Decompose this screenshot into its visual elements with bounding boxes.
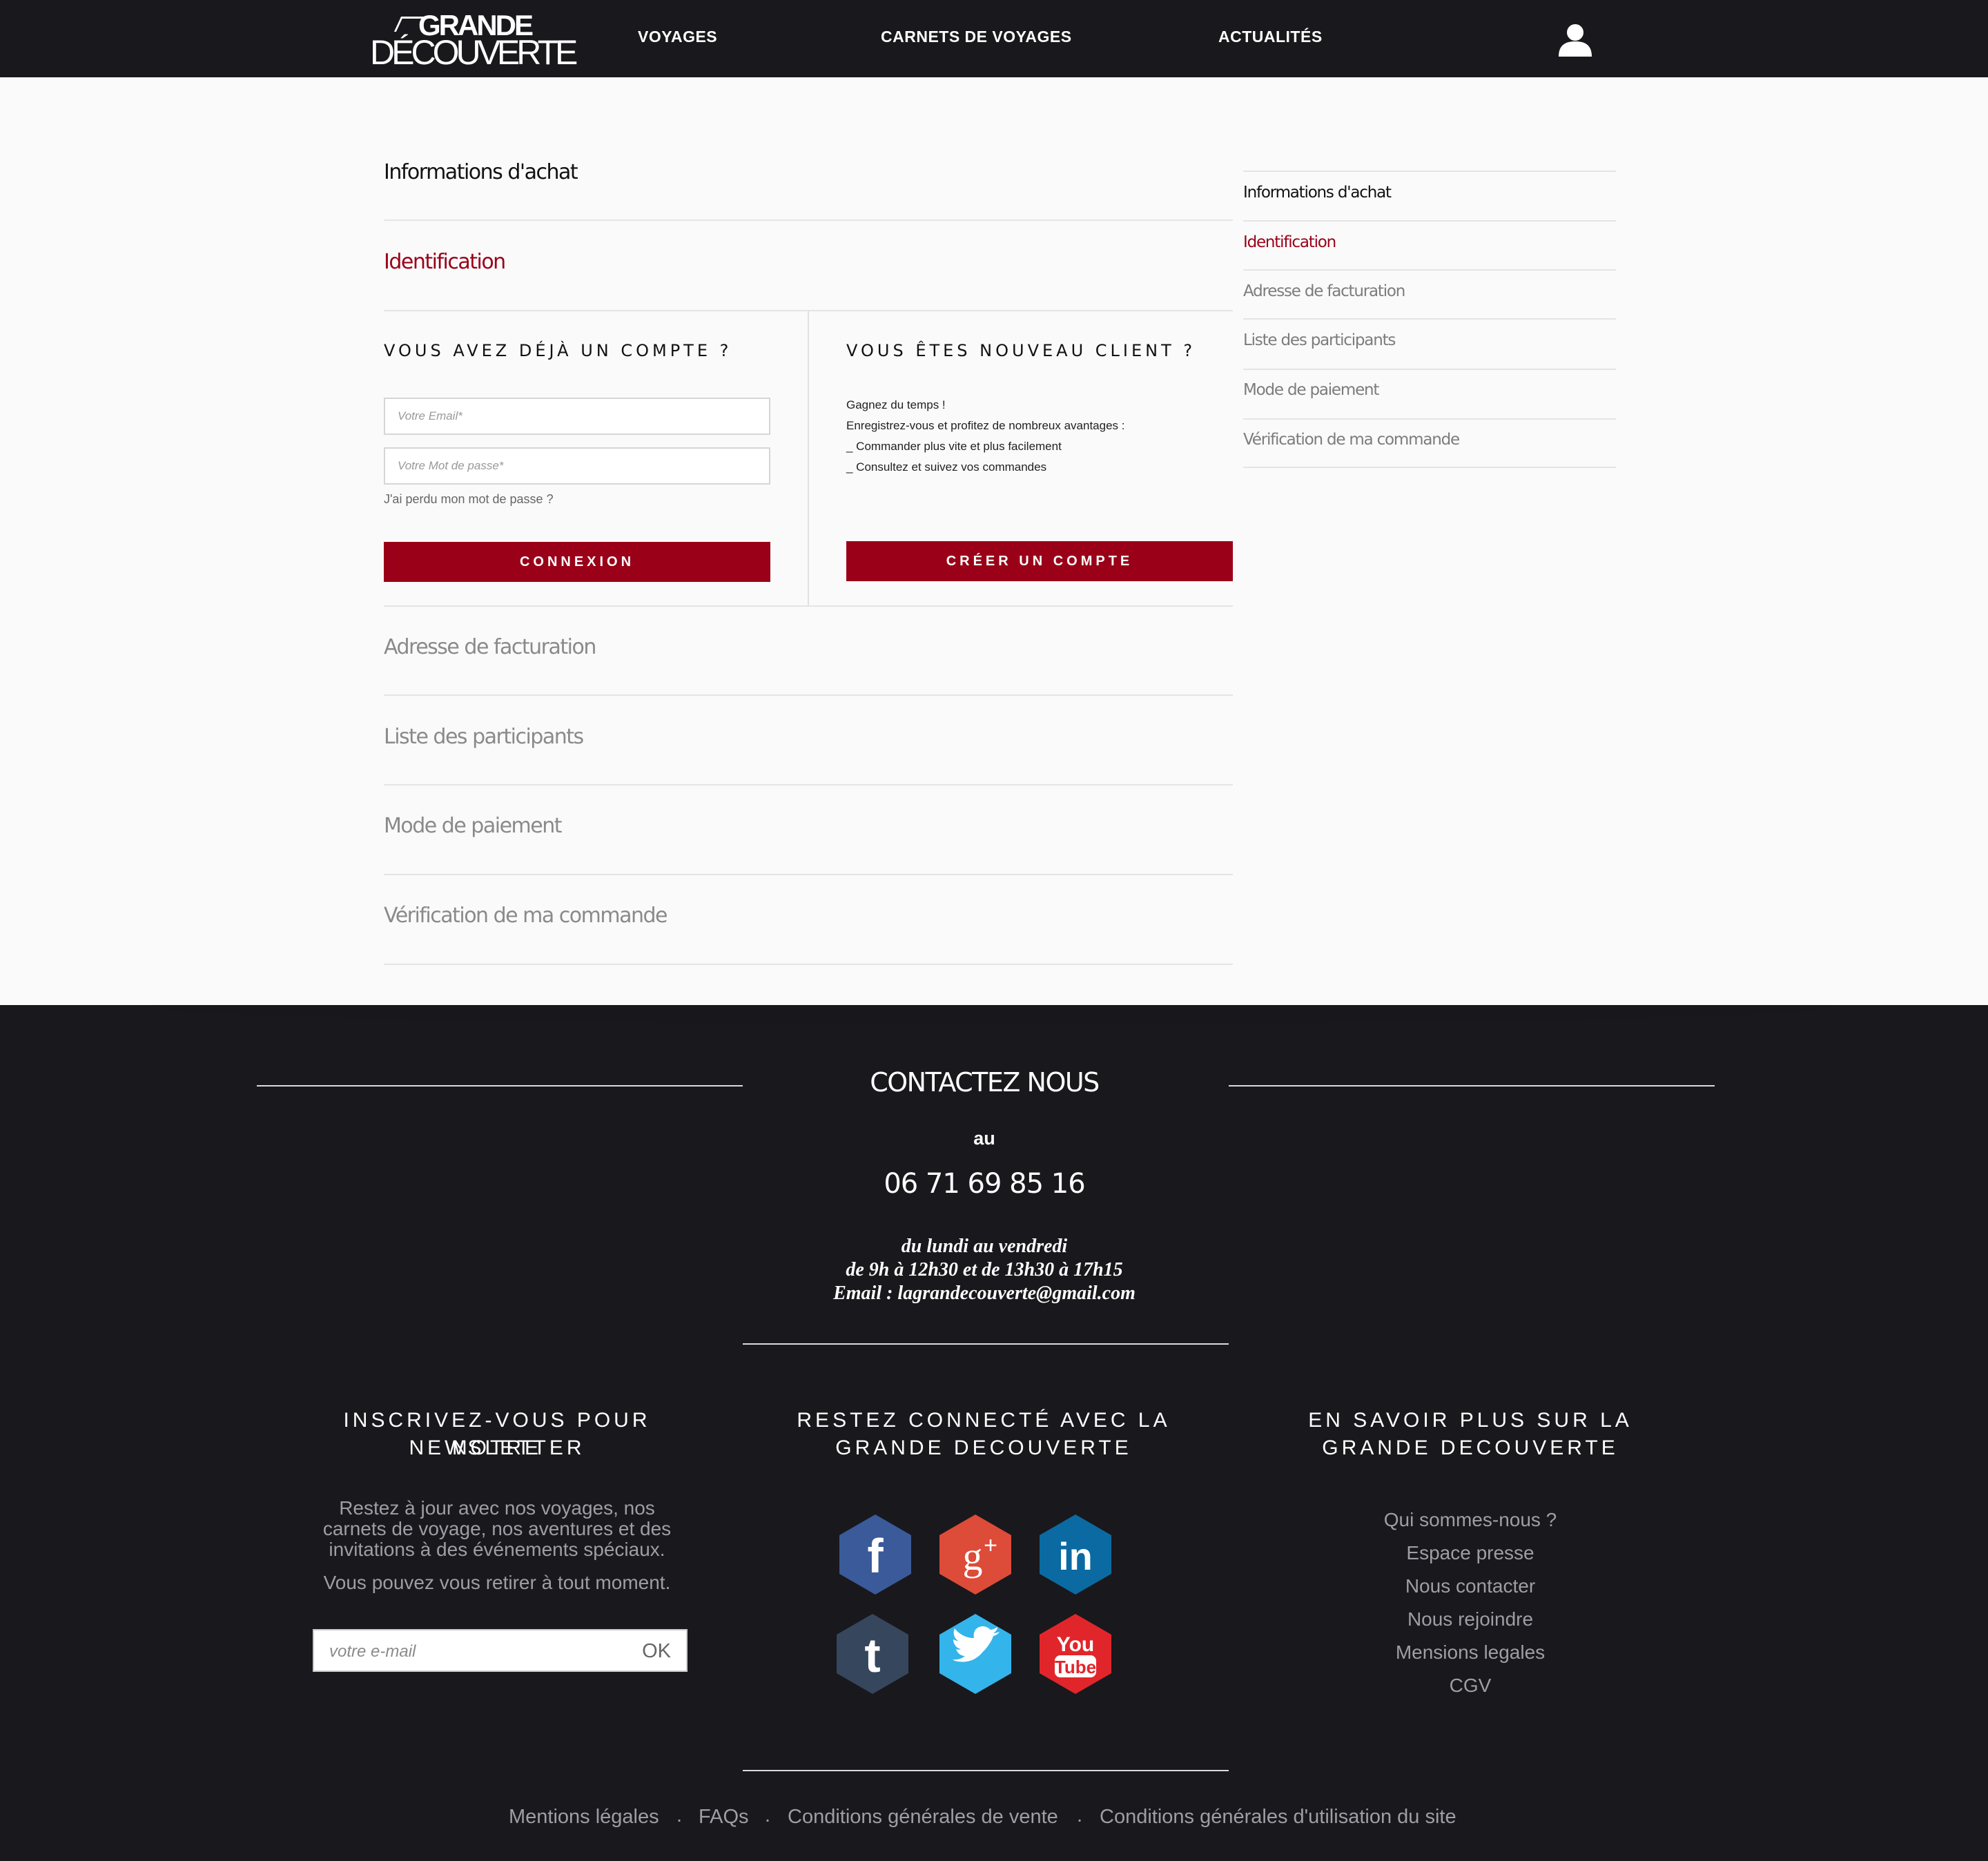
about-link-nous-rejoindre[interactable]: Nous rejoindre (1277, 1608, 1664, 1630)
connexion-button[interactable]: CONNEXION (384, 542, 770, 582)
svg-text:t: t (864, 1628, 880, 1682)
footer-divider (257, 1085, 743, 1087)
bottom-link-cgu[interactable]: Conditions générales d'utilisation du si… (1100, 1806, 1456, 1829)
about-link-qui-sommes-nous[interactable]: Qui sommes-nous ? (1277, 1509, 1664, 1531)
svg-text:+: + (984, 1532, 997, 1559)
svg-text:g: g (963, 1534, 983, 1579)
step-mode-paiement[interactable]: Mode de paiement (384, 814, 563, 838)
newsletter-ok-button[interactable]: OK (642, 1640, 671, 1663)
signup-section-title: VOUS ÊTES NOUVEAU CLIENT ? (846, 341, 1196, 360)
divider (384, 964, 1233, 965)
link-separator: . (676, 1804, 683, 1826)
create-account-button[interactable]: CRÉER UN COMPTE (846, 541, 1233, 581)
footer-divider (743, 1770, 1229, 1771)
signup-info-line: _ Consultez et suivez vos commandes (846, 460, 1047, 474)
link-separator: . (1077, 1804, 1083, 1826)
footer-divider (743, 1343, 1229, 1345)
site-logo[interactable]: GRANDE DÉCOUVERTE (370, 11, 578, 71)
about-title-line1: EN SAVOIR PLUS SUR LA (1308, 1409, 1633, 1432)
svg-text:in: in (1058, 1534, 1093, 1578)
signup-info-line: Enregistrez-vous et profitez de nombreux… (846, 419, 1125, 432)
step-verification-commande[interactable]: Vérification de ma commande (384, 904, 667, 928)
youtube-icon[interactable]: You Tube (1035, 1612, 1115, 1695)
contact-title: CONTACTEZ NOUS (870, 1067, 1100, 1098)
newsletter-text: carnets de voyage, nos aventures et des (322, 1518, 672, 1539)
svg-text:Tube: Tube (1055, 1657, 1096, 1677)
divider (384, 220, 1233, 221)
logo-text-line2: DÉCOUVERTE (370, 33, 578, 72)
about-title-line2: GRANDE DECOUVERTE (1322, 1436, 1619, 1459)
linkedin-icon[interactable]: in (1035, 1513, 1115, 1596)
signup-info-line: Gagnez du temps ! (846, 398, 946, 411)
sidebar-divider (1243, 418, 1616, 420)
login-section-title: VOUS AVEZ DÉJÀ UN COMPTE ? (384, 341, 732, 360)
sidebar-divider (1243, 318, 1616, 320)
contact-au: au (973, 1128, 995, 1149)
bottom-link-faqs[interactable]: FAQs (699, 1806, 749, 1829)
about-link-mensions-legales[interactable]: Mensions legales (1277, 1641, 1664, 1664)
contact-hours: de 9h à 12h30 et de 13h30 à 17h15 (846, 1259, 1123, 1280)
divider (384, 694, 1233, 696)
email-input[interactable]: Votre Email* (384, 398, 770, 435)
sidebar-divider (1243, 170, 1616, 172)
social-title-line1: RESTEZ CONNECTÉ AVEC LA (797, 1409, 1171, 1432)
newsletter-email-input[interactable]: votre e-mail (329, 1642, 416, 1662)
contact-phone[interactable]: 06 71 69 85 16 (828, 1168, 1140, 1200)
step-adresse-facturation[interactable]: Adresse de facturation (384, 635, 596, 659)
bottom-link-mentions-legales[interactable]: Mentions légales (509, 1806, 659, 1829)
about-link-espace-presse[interactable]: Espace presse (1277, 1542, 1664, 1564)
signup-info-line: _ Commander plus vite et plus facilement (846, 440, 1062, 453)
sidebar-divider (1243, 369, 1616, 370)
sidebar-item-identification[interactable]: Identification (1243, 233, 1336, 251)
newsletter-form: votre e-mail OK (313, 1629, 688, 1672)
password-input[interactable]: Votre Mot de passe* (384, 447, 770, 485)
top-navigation-bar: GRANDE DÉCOUVERTE VOYAGES CARNETS DE VOY… (0, 0, 1988, 77)
step-informations-achat[interactable]: Informations d'achat (384, 160, 578, 184)
sidebar-item-informations[interactable]: Informations d'achat (1243, 184, 1392, 202)
sidebar-item-participants[interactable]: Liste des participants (1243, 331, 1396, 349)
footer-divider (1229, 1085, 1715, 1087)
nav-voyages[interactable]: VOYAGES (638, 28, 717, 46)
sidebar-divider (1243, 269, 1616, 271)
nav-carnets-de-voyages[interactable]: CARNETS DE VOYAGES (881, 28, 1072, 46)
divider (384, 874, 1233, 875)
svg-text:You: You (1057, 1633, 1094, 1656)
facebook-icon[interactable]: f (835, 1513, 915, 1596)
sidebar-item-paiement[interactable]: Mode de paiement (1243, 381, 1379, 399)
sidebar-divider (1243, 220, 1616, 222)
column-divider (808, 311, 809, 606)
contact-days: du lundi au vendredi (901, 1236, 1068, 1257)
newsletter-text: Restez à jour avec nos voyages, nos (339, 1497, 655, 1519)
link-separator: . (765, 1804, 771, 1826)
tumblr-icon[interactable]: t (832, 1612, 913, 1695)
about-link-nous-contacter[interactable]: Nous contacter (1277, 1575, 1664, 1597)
contact-email[interactable]: Email : lagrandecouverte@gmail.com (690, 1283, 1278, 1305)
newsletter-text: Vous pouvez vous retirer à tout moment. (323, 1572, 671, 1593)
nav-actualites[interactable]: ACTUALITÉS (1218, 28, 1323, 46)
newsletter-title-line2: NEWSLETTER (409, 1436, 585, 1459)
sidebar-divider (1243, 467, 1616, 468)
twitter-icon[interactable] (935, 1612, 1015, 1695)
social-title-line2: GRANDE DECOUVERTE (835, 1436, 1132, 1459)
sidebar-item-verification[interactable]: Vérification de ma commande (1243, 431, 1460, 449)
svg-text:f: f (867, 1529, 884, 1583)
about-link-cgv[interactable]: CGV (1277, 1675, 1664, 1697)
bottom-link-cgv[interactable]: Conditions générales de vente (788, 1806, 1058, 1829)
sidebar-item-facturation[interactable]: Adresse de facturation (1243, 282, 1405, 300)
user-account-icon[interactable] (1557, 22, 1593, 58)
step-identification[interactable]: Identification (384, 250, 506, 274)
divider (384, 784, 1233, 786)
lost-password-link[interactable]: J'ai perdu mon mot de passe ? (384, 492, 554, 507)
divider (384, 605, 1233, 607)
step-liste-participants[interactable]: Liste des participants (384, 725, 584, 749)
newsletter-text: invitations à des événements spéciaux. (329, 1539, 665, 1560)
google-plus-icon[interactable]: g + (935, 1513, 1015, 1596)
